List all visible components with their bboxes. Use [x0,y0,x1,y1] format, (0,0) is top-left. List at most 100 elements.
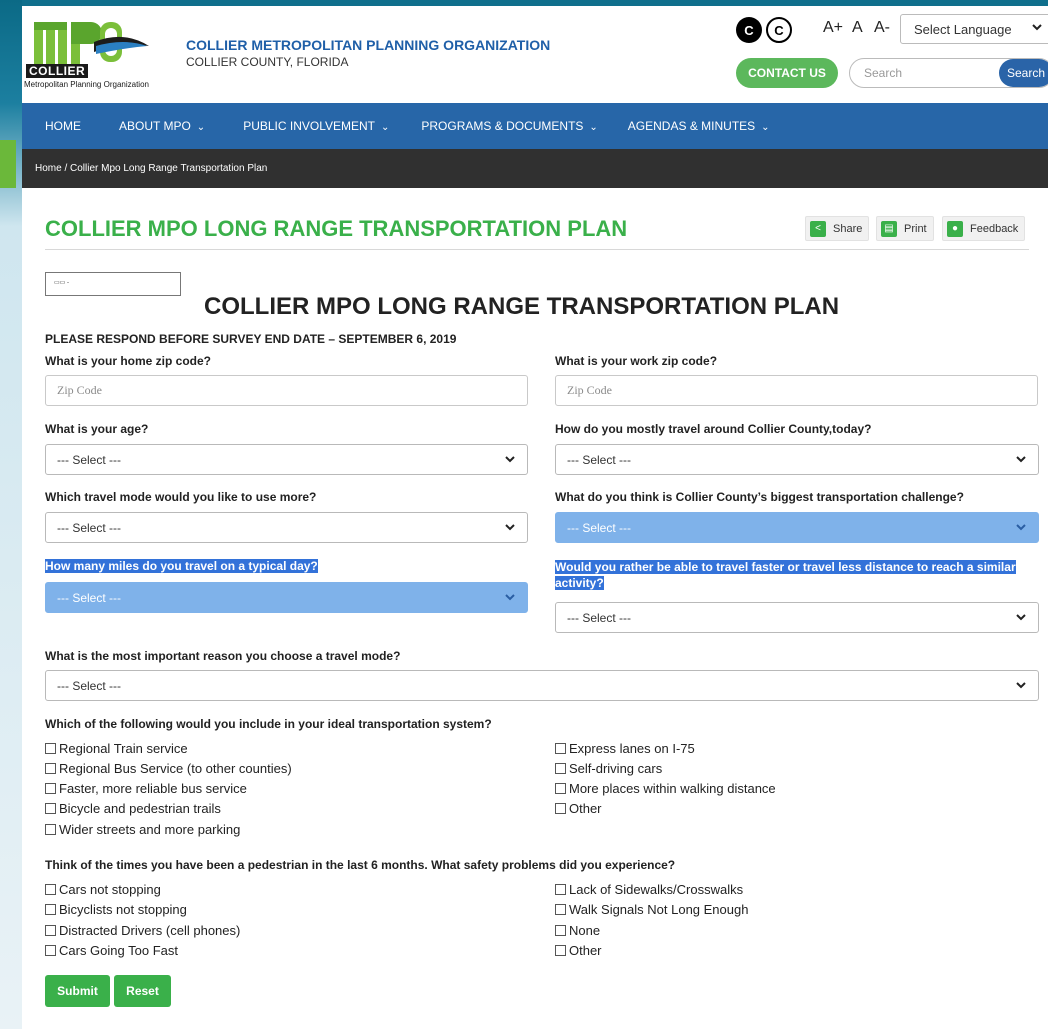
chevron-down-icon [1032,24,1042,31]
pedestrian-option[interactable]: Cars not stopping [45,882,161,897]
submit-button[interactable]: Submit [45,975,110,1007]
survey-header-image: ▭▭ - [45,272,181,296]
nav-home[interactable]: HOME [45,119,81,133]
pedestrian-option[interactable]: Distracted Drivers (cell phones) [45,923,240,938]
feedback-button[interactable]: ● Feedback [942,216,1026,241]
ideal-option[interactable]: Wider streets and more parking [45,822,240,837]
chevron-down-icon: ⌄ [761,122,770,133]
pedestrian-option-label: Walk Signals Not Long Enough [569,902,749,917]
pedestrian-option-label: Other [569,943,602,958]
ideal-option[interactable]: Other [555,801,602,816]
high-contrast-button[interactable]: C [736,17,762,43]
mode-more-select[interactable]: --- Select --- [45,512,528,543]
nav-public-involvement[interactable]: PUBLIC INVOLVEMENT ⌄ [243,119,389,133]
normal-contrast-button[interactable]: C [766,17,792,43]
checkbox[interactable] [555,763,566,774]
reset-button[interactable]: Reset [114,975,171,1007]
checkbox[interactable] [555,904,566,915]
home-zip-label: What is your home zip code? [45,354,212,368]
share-button[interactable]: < Share [805,216,870,241]
chevron-down-icon [1016,682,1026,689]
print-button[interactable]: ▤ Print [876,216,934,241]
nav-about-mpo-label: ABOUT MPO [119,119,191,133]
work-zip-label: What is your work zip code? [555,354,718,368]
page-title: COLLIER MPO LONG RANGE TRANSPORTATION PL… [45,216,628,241]
checkbox[interactable] [45,824,56,835]
ideal-option[interactable]: Self-driving cars [555,761,662,776]
chevron-down-icon [505,524,515,531]
reason-select-value: --- Select --- [57,678,121,693]
challenge-label: What do you think is Collier County’s bi… [555,490,964,504]
nav-programs-documents[interactable]: PROGRAMS & DOCUMENTS ⌄ [421,119,597,133]
chevron-down-icon [1016,524,1026,531]
checkbox[interactable] [45,904,56,915]
ideal-option[interactable]: Express lanes on I-75 [555,741,695,756]
miles-label-text: How many miles do you travel on a typica… [45,559,318,573]
search-input[interactable]: Search [864,66,902,80]
language-select[interactable]: Select Language [900,14,1048,44]
challenge-select[interactable]: --- Select --- [555,512,1039,543]
work-zip-input[interactable]: Zip Code [555,375,1038,406]
pedestrian-option[interactable]: Cars Going Too Fast [45,943,178,958]
pedestrian-option[interactable]: Bicyclists not stopping [45,902,187,917]
miles-select[interactable]: --- Select --- [45,582,528,613]
ideal-option[interactable]: Regional Bus Service (to other counties) [45,761,292,776]
chevron-down-icon [505,594,515,601]
checkbox[interactable] [45,925,56,936]
age-select-value: --- Select --- [57,452,121,467]
travel-today-label: How do you mostly travel around Collier … [555,422,872,436]
page: COLLIER Metropolitan Planning Organizati… [22,6,1048,1029]
org-name: COLLIER METROPOLITAN PLANNING ORGANIZATI… [186,37,551,53]
age-label: What is your age? [45,422,149,436]
faster-label: Would you rather be able to travel faste… [555,559,1025,591]
ideal-option[interactable]: Bicycle and pedestrian trails [45,801,221,816]
ideal-option[interactable]: Regional Train service [45,741,188,756]
nav-about-mpo[interactable]: ABOUT MPO ⌄ [119,119,205,133]
print-label: Print [904,222,927,235]
checkbox[interactable] [555,803,566,814]
ideal-option-label: Other [569,801,602,816]
age-select[interactable]: --- Select --- [45,444,528,475]
survey-title: COLLIER MPO LONG RANGE TRANSPORTATION PL… [204,293,840,320]
checkbox[interactable] [45,743,56,754]
font-smaller-button[interactable]: A- [874,19,890,37]
reason-select[interactable]: --- Select --- [45,670,1039,701]
home-zip-input[interactable]: Zip Code [45,375,528,406]
font-larger-button[interactable]: A+ [823,19,843,37]
pedestrian-option[interactable]: Lack of Sidewalks/Crosswalks [555,882,743,897]
checkbox[interactable] [45,884,56,895]
ideal-option[interactable]: Faster, more reliable bus service [45,781,247,796]
checkbox[interactable] [555,743,566,754]
ideal-option[interactable]: More places within walking distance [555,781,776,796]
nav-agendas-minutes[interactable]: AGENDAS & MINUTES ⌄ [628,119,770,133]
contact-us-button[interactable]: CONTACT US [736,58,838,88]
checkbox[interactable] [45,803,56,814]
pedestrian-option[interactable]: Other [555,943,602,958]
title-divider [45,249,1029,250]
search-button[interactable]: Search [999,59,1048,87]
travel-today-select[interactable]: --- Select --- [555,444,1039,475]
faster-select[interactable]: --- Select --- [555,602,1039,633]
feedback-label: Feedback [970,222,1019,235]
checkbox[interactable] [555,945,566,956]
feedback-icon: ● [947,220,963,237]
print-icon: ▤ [881,220,897,237]
pedestrian-option[interactable]: Walk Signals Not Long Enough [555,902,748,917]
miles-select-value: --- Select --- [57,590,121,605]
share-label: Share [833,222,863,235]
checkbox[interactable] [45,945,56,956]
search-box: Search Search [849,58,1048,88]
checkbox[interactable] [555,783,566,794]
site-logo[interactable]: COLLIER Metropolitan Planning Organizati… [24,14,184,94]
checkbox[interactable] [555,925,566,936]
logo-collier-text: COLLIER [26,64,89,78]
font-normal-button[interactable]: A [852,19,863,37]
breadcrumb[interactable]: Home / Collier Mpo Long Range Transporta… [22,149,1048,188]
checkbox[interactable] [45,763,56,774]
checkbox[interactable] [45,783,56,794]
pedestrian-option[interactable]: None [555,923,600,938]
checkbox[interactable] [555,884,566,895]
ideal-option-label: More places within walking distance [569,781,776,796]
ideal-option-label: Bicycle and pedestrian trails [59,801,221,816]
challenge-select-value: --- Select --- [567,520,631,535]
